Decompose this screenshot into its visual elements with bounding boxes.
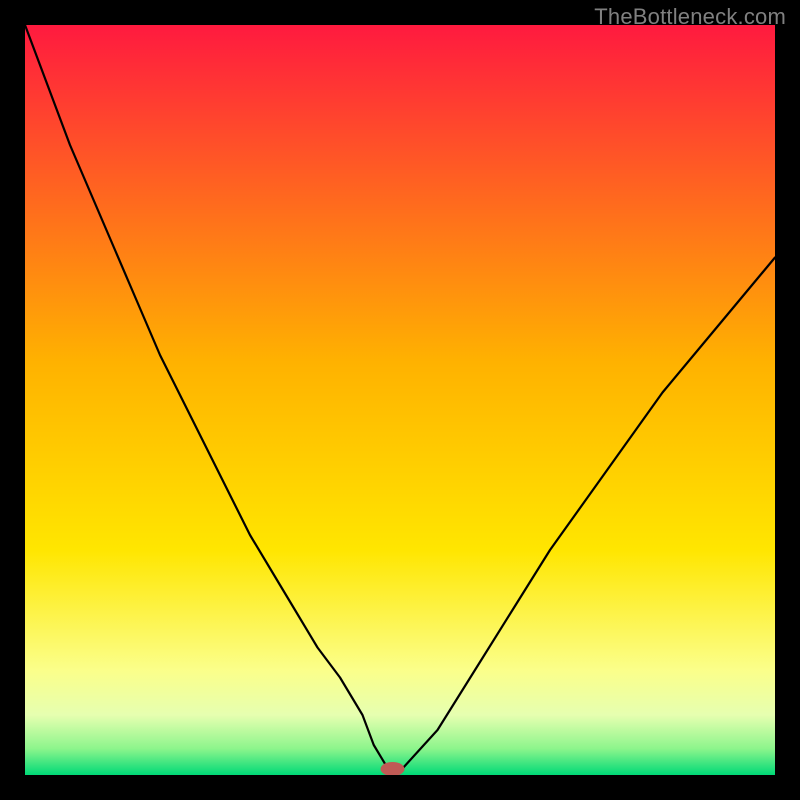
- chart-frame: TheBottleneck.com: [0, 0, 800, 800]
- gradient-background: [25, 25, 775, 775]
- watermark-text: TheBottleneck.com: [594, 4, 786, 30]
- bottleneck-curve-chart: [25, 25, 775, 775]
- plot-area: [25, 25, 775, 775]
